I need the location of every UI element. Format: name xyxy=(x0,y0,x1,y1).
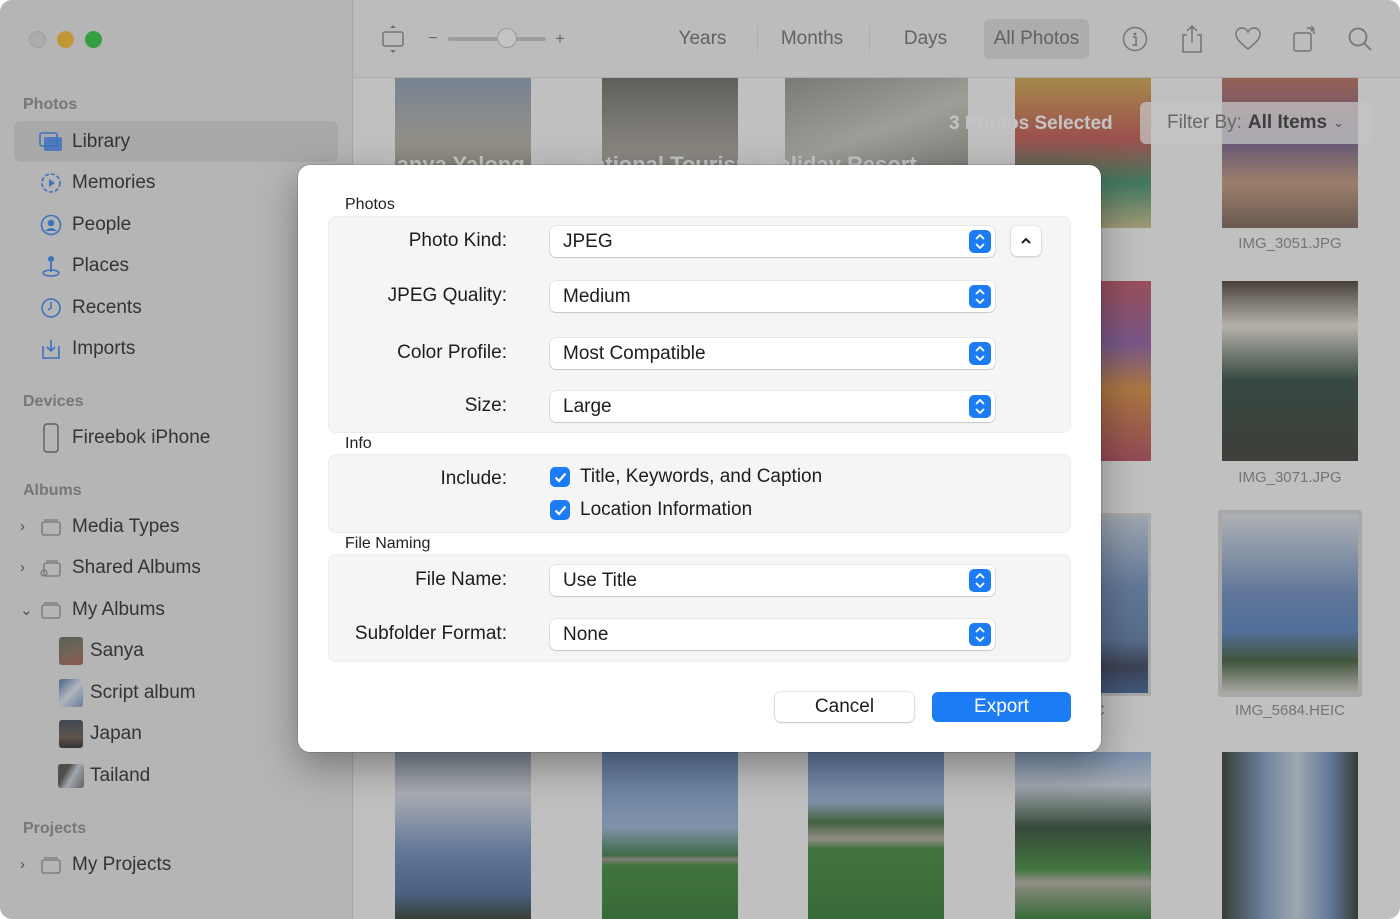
size-value: Large xyxy=(563,395,612,417)
export-button[interactable]: Export xyxy=(932,692,1071,722)
info-settings-group: Include: Title, Keywords, and Caption Lo… xyxy=(328,454,1071,533)
group-title-info: Info xyxy=(345,435,372,452)
subfolder-format-value: None xyxy=(563,623,609,645)
color-profile-select[interactable]: Most Compatible xyxy=(550,338,995,369)
color-profile-value: Most Compatible xyxy=(563,342,706,364)
export-dialog: Photos Photo Kind: JPEG JPEG Quality: Me… xyxy=(298,165,1101,752)
checkmark-icon xyxy=(550,500,570,520)
subfolder-format-label: Subfolder Format: xyxy=(354,623,507,644)
photos-settings-group: Photo Kind: JPEG JPEG Quality: Medium Co… xyxy=(328,216,1071,433)
checkmark-icon xyxy=(550,467,570,487)
photo-kind-label: Photo Kind: xyxy=(408,230,507,251)
photo-kind-value: JPEG xyxy=(563,230,613,252)
up-down-chevron-icon xyxy=(969,569,991,592)
up-down-chevron-icon xyxy=(969,342,991,365)
include-location-information-checkbox[interactable]: Location Information xyxy=(550,499,752,521)
photos-window: Photos Library Memories People Places Re… xyxy=(0,0,1400,919)
color-profile-label: Color Profile: xyxy=(397,342,507,363)
cancel-button[interactable]: Cancel xyxy=(775,692,914,722)
checkbox-label: Title, Keywords, and Caption xyxy=(580,466,823,487)
file-name-label: File Name: xyxy=(415,569,507,590)
file-name-value: Use Title xyxy=(563,569,637,591)
photo-kind-select[interactable]: JPEG xyxy=(550,226,995,257)
include-title-keywords-caption-checkbox[interactable]: Title, Keywords, and Caption xyxy=(550,466,822,488)
jpeg-quality-value: Medium xyxy=(563,285,631,307)
jpeg-quality-select[interactable]: Medium xyxy=(550,281,995,312)
file-name-select[interactable]: Use Title xyxy=(550,565,995,596)
up-down-chevron-icon xyxy=(969,285,991,308)
group-title-photos: Photos xyxy=(345,196,395,213)
chevron-up-icon xyxy=(1021,237,1031,244)
subfolder-format-select[interactable]: None xyxy=(550,619,995,650)
up-down-chevron-icon xyxy=(969,230,991,253)
size-label: Size: xyxy=(464,395,507,416)
up-down-chevron-icon xyxy=(969,623,991,646)
group-title-file-naming: File Naming xyxy=(345,535,431,552)
file-naming-settings-group: File Name: Use Title Subfolder Format: N… xyxy=(328,554,1071,662)
jpeg-quality-label: JPEG Quality: xyxy=(387,285,507,306)
checkbox-label: Location Information xyxy=(580,499,753,520)
collapse-details-button[interactable] xyxy=(1011,226,1041,256)
up-down-chevron-icon xyxy=(969,395,991,418)
size-select[interactable]: Large xyxy=(550,391,995,422)
include-label: Include: xyxy=(440,468,507,489)
